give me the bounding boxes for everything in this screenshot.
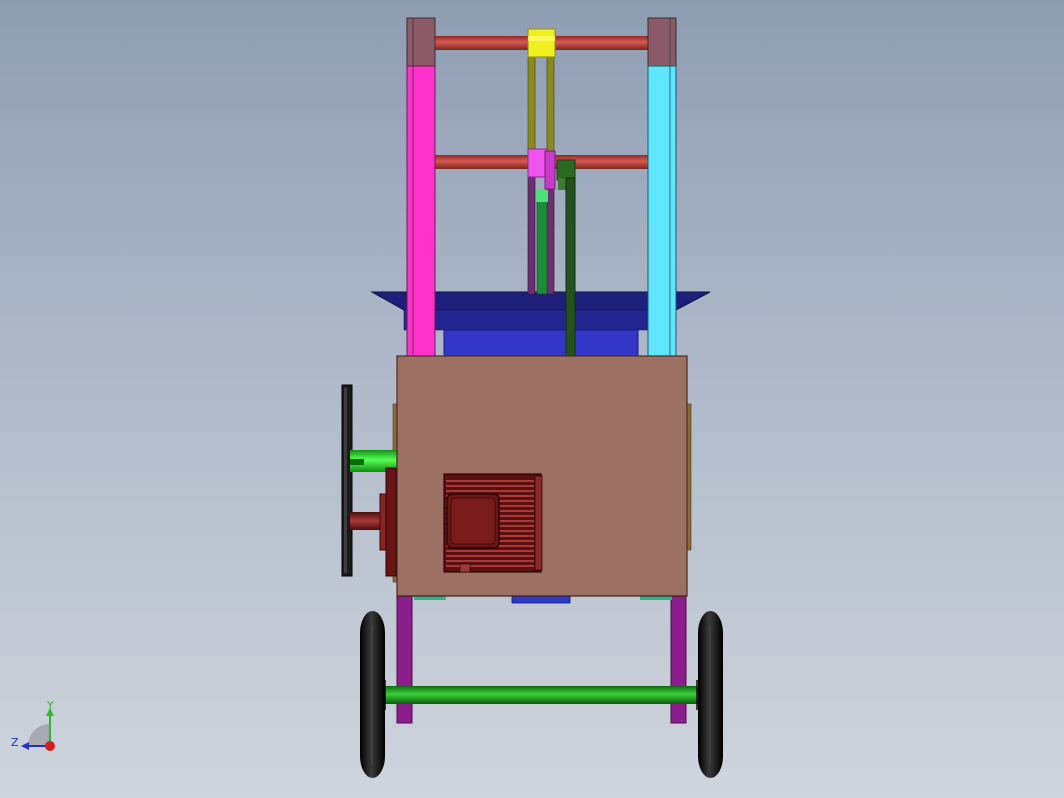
vertical-drive-rod (565, 177, 576, 359)
motor-fin (446, 560, 534, 562)
y-axis-label: Y (46, 699, 54, 712)
wheel-left (360, 611, 385, 778)
machine-model: Y Z (11, 17, 723, 778)
wheel-right (698, 611, 723, 778)
cad-viewport[interactable]: Y Z (0, 0, 1064, 798)
pusher-rod (536, 191, 548, 295)
side-handwheel (341, 384, 353, 577)
upper-slider-block (527, 28, 556, 58)
pusher-rod-tip (536, 190, 548, 202)
left-frame-post (406, 17, 436, 359)
motor-fin (446, 490, 534, 492)
motor-fin (446, 555, 534, 557)
guide-rod-left (527, 55, 536, 157)
guide-rod-right (546, 55, 555, 157)
motor-fin (446, 550, 534, 552)
axis-triad: Y Z (11, 699, 55, 751)
motor-fin (446, 565, 534, 567)
z-axis-label: Z (11, 736, 19, 749)
hopper-basin (443, 329, 639, 359)
x-axis-dot (45, 741, 55, 751)
pulley (379, 467, 397, 577)
lower-guide-rod-right (546, 175, 555, 295)
motor-fin (446, 485, 534, 487)
axle (372, 686, 708, 704)
lower-guide-rod-left (527, 175, 536, 295)
right-frame-post (647, 17, 677, 359)
motor (443, 473, 543, 573)
motor-fin (446, 480, 534, 482)
